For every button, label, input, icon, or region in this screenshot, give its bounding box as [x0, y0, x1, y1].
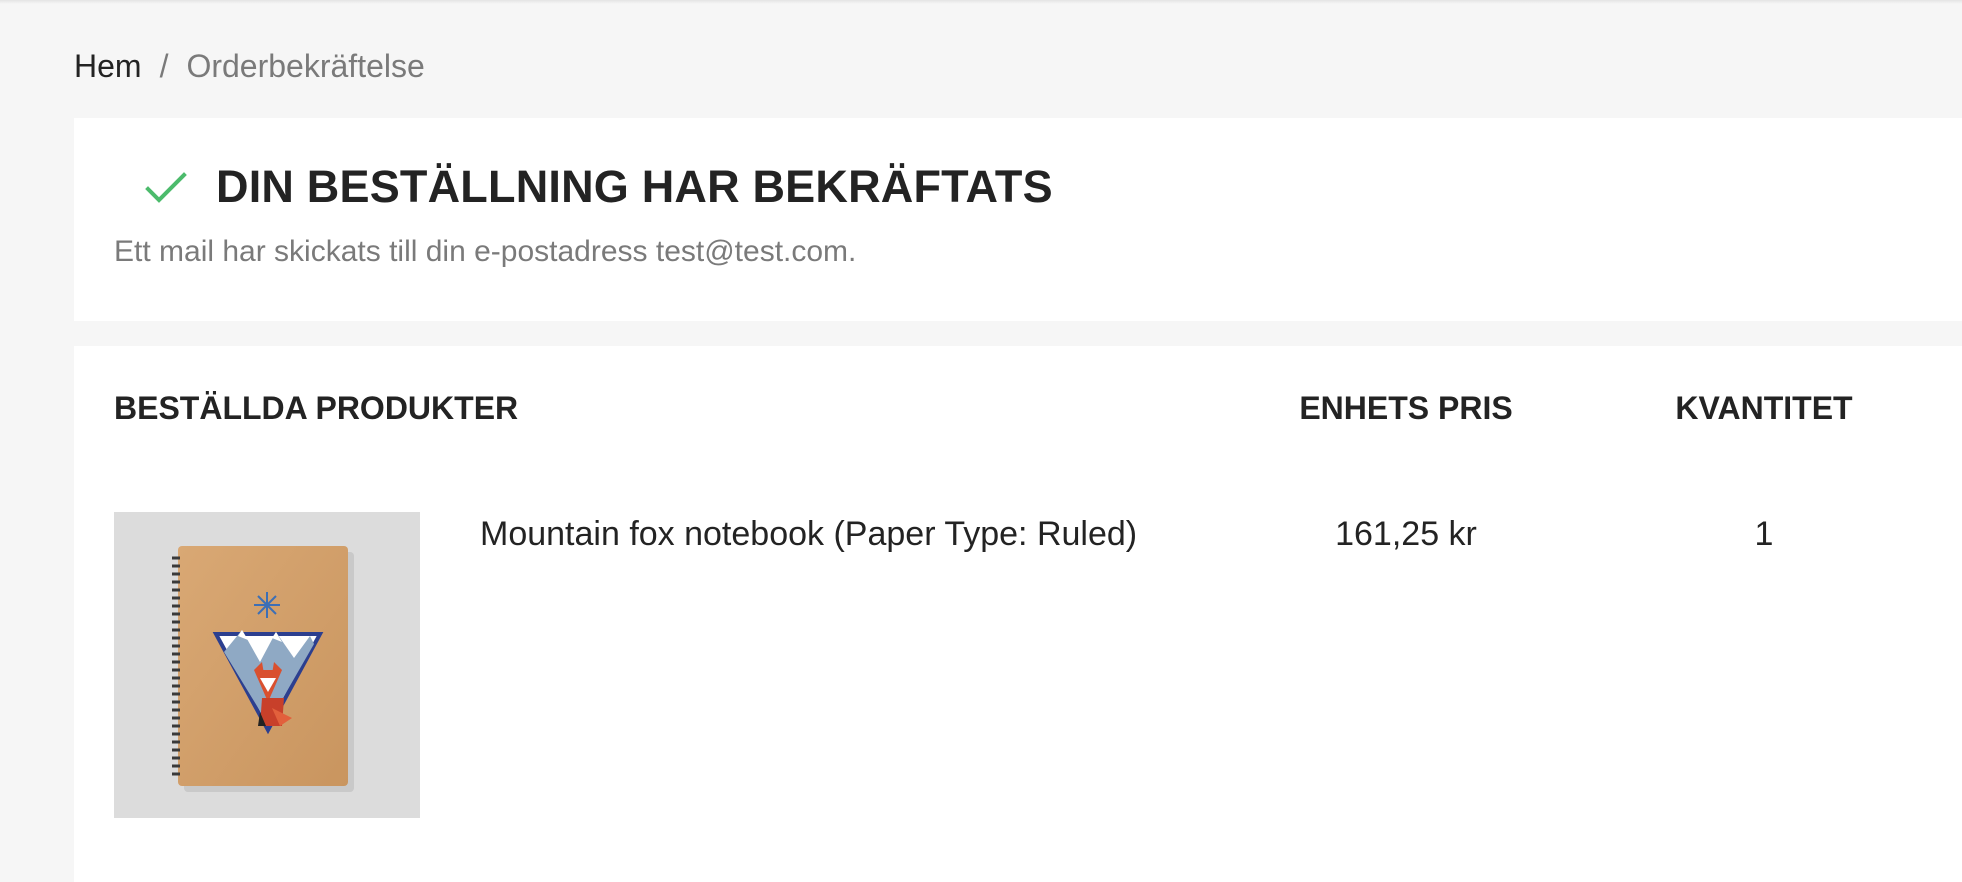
header-shadow [0, 0, 1962, 4]
column-header-unit-price: ENHETS PRIS [1299, 390, 1513, 426]
breadcrumb-current: Orderbekräftelse [186, 48, 425, 84]
breadcrumb-home-link[interactable]: Hem [74, 48, 142, 84]
confirmation-message: Ett mail har skickats till din e-postadr… [114, 235, 857, 268]
column-header-quantity: KVANTITET [1675, 390, 1853, 426]
check-icon [145, 172, 187, 203]
ordered-products-card: BESTÄLLDA PRODUKTER ENHETS PRIS KVANTITE… [74, 346, 1962, 882]
column-header-products: BESTÄLLDA PRODUKTER [114, 390, 519, 426]
product-unit-price: 161,25 kr [1335, 515, 1477, 553]
confirmation-title: DIN BESTÄLLNING HAR BEKRÄFTATS [216, 161, 1053, 212]
product-name: Mountain fox notebook (Paper Type: Ruled… [480, 515, 1138, 553]
product-quantity: 1 [1754, 515, 1774, 553]
order-confirmation-card: DIN BESTÄLLNING HAR BEKRÄFTATS Ett mail … [74, 118, 1962, 321]
breadcrumb: Hem / Orderbekräftelse [74, 44, 425, 88]
notebook-illustration [114, 512, 420, 818]
product-image [114, 512, 420, 818]
breadcrumb-separator: / [159, 48, 169, 84]
